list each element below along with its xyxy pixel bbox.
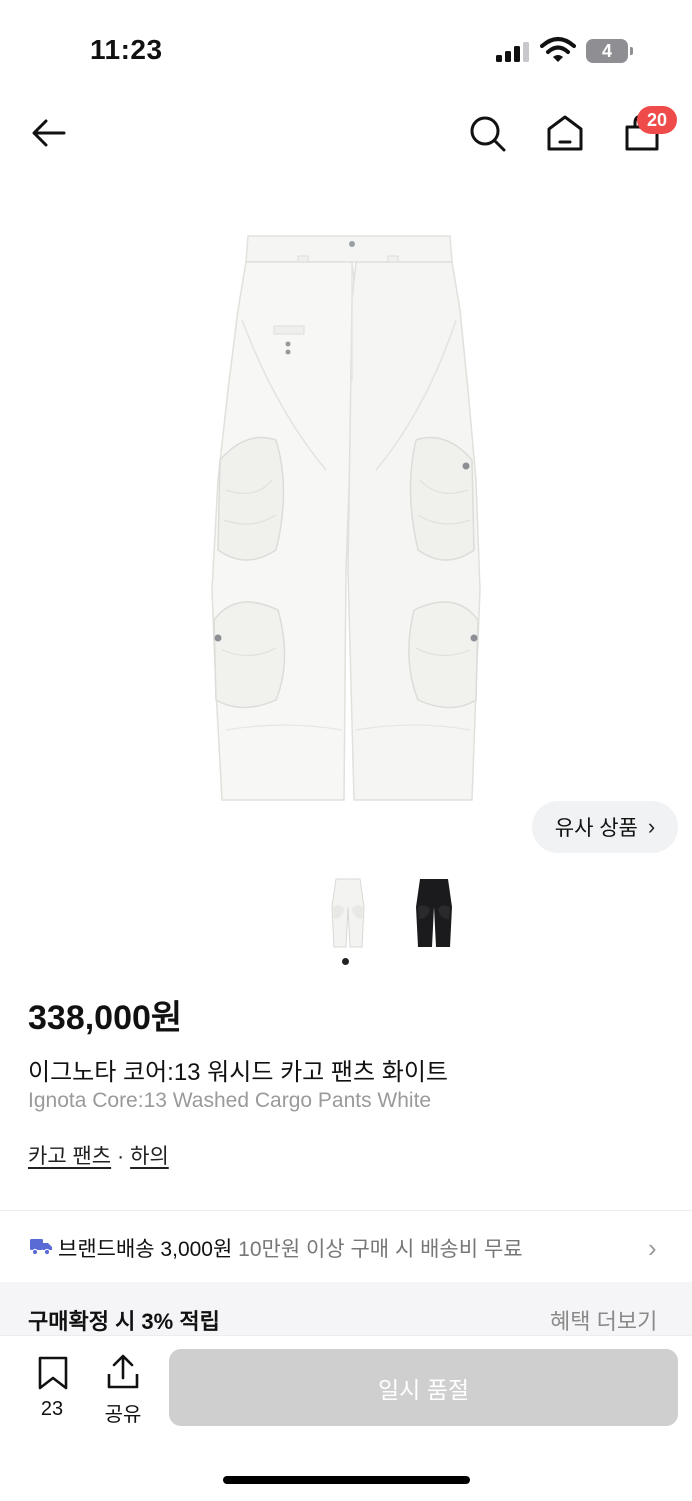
category-separator: ·	[117, 1145, 125, 1168]
back-arrow-icon[interactable]	[28, 111, 72, 155]
bookmark-count: 23	[40, 1398, 64, 1420]
image-pager-dot	[342, 958, 349, 965]
sold-out-button[interactable]: 일시 품절	[169, 1349, 678, 1426]
section-divider	[0, 1210, 692, 1211]
shipping-fee: 브랜드배송 3,000원	[58, 1238, 233, 1261]
status-time: 11:23	[90, 34, 163, 65]
share-icon[interactable]	[105, 1354, 141, 1390]
similar-products-label: 유사 상품	[554, 817, 638, 840]
search-icon[interactable]	[465, 111, 509, 155]
battery-level: 4	[601, 41, 612, 61]
product-title-korean: 이그노타 코어:13 워시드 카고 팬츠 화이트	[28, 1059, 448, 1086]
product-price: 338,000원	[28, 999, 183, 1037]
truck-icon	[30, 1239, 52, 1255]
product-title-english: Ignota Core:13 Washed Cargo Pants White	[28, 1089, 432, 1112]
wifi-icon	[540, 37, 576, 62]
category-link-cargo-pants[interactable]: 카고 팬츠	[28, 1145, 111, 1168]
cart-count-badge: 20	[637, 106, 677, 134]
battery-icon: 4	[586, 39, 634, 63]
cellular-signal-icon	[496, 42, 529, 62]
shipping-free-note: 10만원 이상 구매 시 배송비 무료	[238, 1238, 523, 1261]
category-breadcrumb: 카고 팬츠 · 하의	[28, 1140, 169, 1170]
color-thumbnail-black[interactable]	[414, 877, 454, 949]
chevron-right-icon[interactable]: ›	[648, 1233, 657, 1264]
product-image[interactable]	[206, 230, 486, 805]
home-indicator	[223, 1476, 470, 1484]
home-icon[interactable]	[543, 111, 587, 155]
benefit-more-link[interactable]: 혜택 더보기	[550, 1304, 657, 1336]
category-link-bottoms[interactable]: 하의	[130, 1145, 169, 1168]
benefit-title: 구매확정 시 3% 적립	[28, 1309, 220, 1334]
bookmark-icon[interactable]	[36, 1356, 70, 1390]
color-thumbnail-white[interactable]	[328, 877, 368, 949]
share-label: 공유	[104, 1404, 142, 1426]
shipping-text: 브랜드배송 3,000원 10만원 이상 구매 시 배송비 무료	[58, 1233, 523, 1263]
chevron-right-icon: ›	[647, 814, 656, 839]
similar-products-button[interactable]: 유사 상품 ›	[532, 801, 678, 853]
